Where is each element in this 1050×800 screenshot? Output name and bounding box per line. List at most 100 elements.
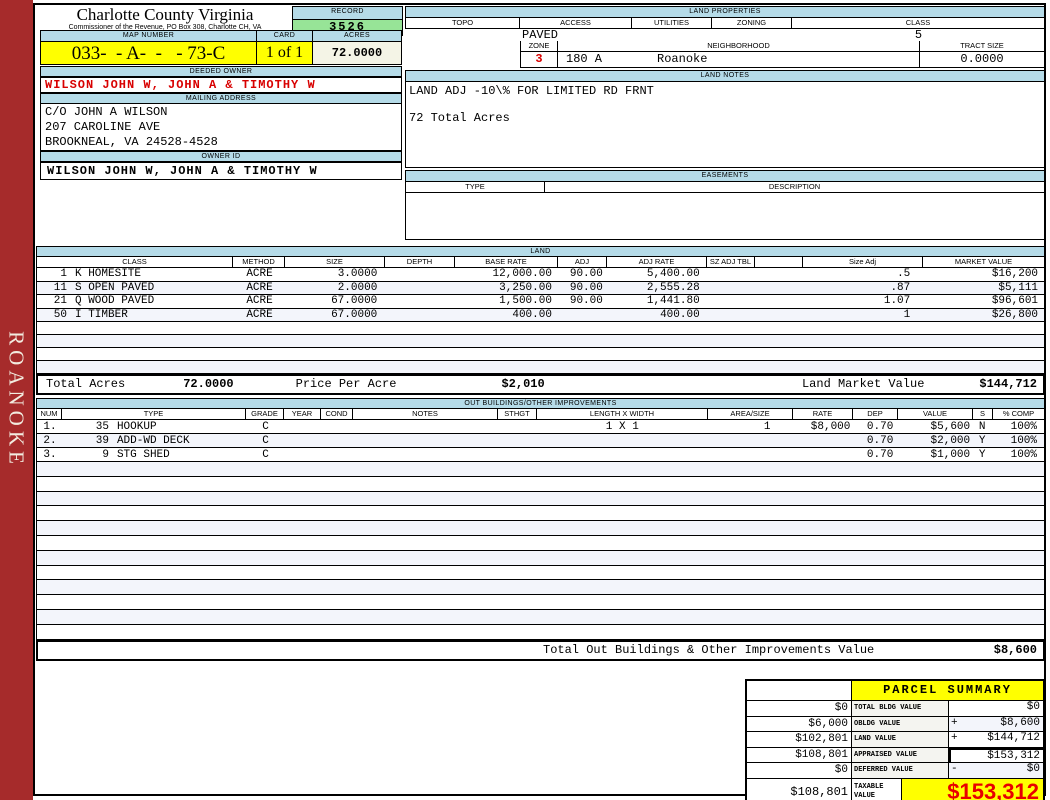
neighborhood-label: NEIGHBORHOOD: [558, 41, 920, 52]
total-bldg-value: $0: [1026, 701, 1040, 713]
empty-row: [36, 322, 1045, 335]
ob-area-size: [708, 448, 793, 461]
col-size: SIZE: [285, 257, 385, 268]
utilities-value: [632, 29, 712, 41]
tract-size-label: TRACT SIZE: [920, 41, 1045, 52]
col-adj: ADJ: [558, 257, 607, 268]
utilities-label: UTILITIES: [632, 18, 712, 29]
ob-total-label: Total Out Buildings & Other Improvements…: [543, 643, 875, 657]
land-size-adj: .87: [890, 281, 911, 294]
ob-cond: [321, 434, 353, 447]
ob-dep: 0.70: [866, 435, 894, 447]
ob-rate: [793, 434, 853, 447]
col-cond: COND: [321, 409, 353, 420]
empty-row: [36, 476, 1045, 492]
empty-row: [36, 335, 1045, 348]
land-table-headers: CLASS METHOD SIZE DEPTH BASE RATE ADJ AD…: [36, 257, 1045, 268]
ob-area-size: [708, 434, 793, 447]
prior-obldg-value: $6,000: [747, 716, 852, 732]
out-buildings-body: 1. 35 HOOKUP C 1 X 1 1 $8,000 0.70 $5,600…: [36, 420, 1045, 640]
col-blank: [755, 257, 803, 268]
zone-table: ZONE NEIGHBORHOOD TRACT SIZE 3 180 A Roan…: [520, 41, 1045, 68]
ob-length-width: [537, 448, 708, 461]
land-depth: [385, 309, 455, 322]
ob-pct-comp: 100%: [1010, 435, 1037, 447]
summary-title-spacer: [747, 681, 852, 701]
empty-row: [36, 595, 1045, 610]
col-sthgt: STHGT: [498, 409, 537, 420]
land-sz-adj-tbl: [707, 282, 755, 295]
appraised-value-label: APPRAISED VALUE: [852, 747, 949, 763]
ob-s: Y: [978, 435, 986, 447]
price-per-acre-label: Price Per Acre: [295, 377, 397, 391]
empty-row: [36, 609, 1045, 625]
land-method: ACRE: [246, 281, 273, 294]
map-number-label: MAP NUMBER: [40, 30, 257, 42]
land-row: 21 Q WOOD PAVED ACRE 67.0000 1,500.00 90.…: [36, 295, 1045, 309]
ob-area-size: 1: [763, 421, 771, 433]
land-value: $144,712: [987, 732, 1040, 744]
parcel-summary: PARCEL SUMMARY $0 TOTAL BLDG VALUE $0 $6…: [745, 679, 1045, 800]
ob-type-num: 35: [95, 421, 109, 433]
land-notes-title: LAND NOTES: [405, 70, 1045, 82]
taxable-label-line1: TAXABLE: [852, 778, 901, 791]
ob-sthgt: [498, 434, 537, 447]
ob-value: $5,600: [930, 421, 971, 433]
deeded-owner-label: DEEDED OWNER: [40, 66, 402, 77]
land-size: 3.0000: [337, 268, 378, 280]
ob-value: $2,000: [930, 435, 971, 447]
land-blank: [755, 282, 803, 295]
col-size-adj: Size Adj: [803, 257, 923, 268]
ob-type-name: HOOKUP: [116, 421, 157, 433]
ob-year: [285, 448, 322, 461]
total-acres-value: 72.0000: [183, 377, 234, 391]
topo-label: TOPO: [405, 18, 520, 29]
land-num: 1: [60, 268, 67, 280]
out-buildings-headers: NUM TYPE GRADE YEAR COND NOTES STHGT LEN…: [36, 409, 1045, 420]
land-base-rate: 400.00: [512, 308, 552, 321]
ob-cond: [321, 420, 353, 433]
ob-s: Y: [978, 449, 986, 461]
land-market-value-label: Land Market Value: [801, 377, 925, 391]
col-rate: RATE: [793, 409, 853, 420]
land-method: ACRE: [246, 295, 273, 307]
ob-total-value: $8,600: [993, 643, 1037, 657]
col-depth: DEPTH: [385, 257, 455, 268]
land-num: 21: [53, 295, 67, 307]
appraised-value: $153,312: [987, 749, 1040, 762]
land-totals-row: Total Acres 72.0000 Price Per Acre $2,01…: [36, 374, 1045, 395]
ob-notes: [353, 434, 498, 447]
col-method: METHOD: [233, 257, 285, 268]
taxable-value-label: TAXABLE VALUE: [852, 778, 902, 800]
col-adj-rate: ADJ RATE: [607, 257, 707, 268]
ob-cond: [321, 448, 353, 461]
col-s: S: [973, 409, 993, 420]
land-num: 50: [53, 308, 67, 321]
ob-rate: $8,000: [810, 421, 851, 433]
empty-row: [36, 521, 1045, 536]
land-adj-rate: 5,400.00: [646, 268, 700, 280]
title-block: Charlotte County Virginia Commissioner o…: [40, 5, 290, 31]
col-base-rate: BASE RATE: [455, 257, 558, 268]
taxable-label-line2: VALUE: [852, 790, 901, 800]
col-market-value: MARKET VALUE: [923, 257, 1045, 268]
land-base-rate: 3,250.00: [499, 281, 552, 294]
land-size: 2.0000: [337, 281, 378, 294]
ob-notes: [353, 448, 498, 461]
empty-row: [36, 491, 1045, 507]
land-adj-rate: 1,441.80: [646, 295, 700, 307]
empty-row: [36, 624, 1045, 640]
land-adj: 90.00: [569, 268, 603, 280]
ob-grade: C: [262, 449, 269, 461]
ob-notes: [353, 420, 498, 433]
ob-num: 1.: [43, 421, 57, 433]
land-blank: [755, 309, 803, 322]
land-class: S OPEN PAVED: [75, 281, 155, 294]
summary-taxable-row: $108,801 TAXABLE VALUE $153,312: [747, 778, 1043, 800]
total-acres-label: Total Acres: [46, 377, 126, 391]
prior-taxable-value: $108,801: [747, 778, 852, 800]
ob-year: [285, 434, 322, 447]
col-dep: DEP: [853, 409, 898, 420]
price-per-acre-value: $2,010: [501, 377, 545, 391]
land-depth: [385, 295, 455, 308]
